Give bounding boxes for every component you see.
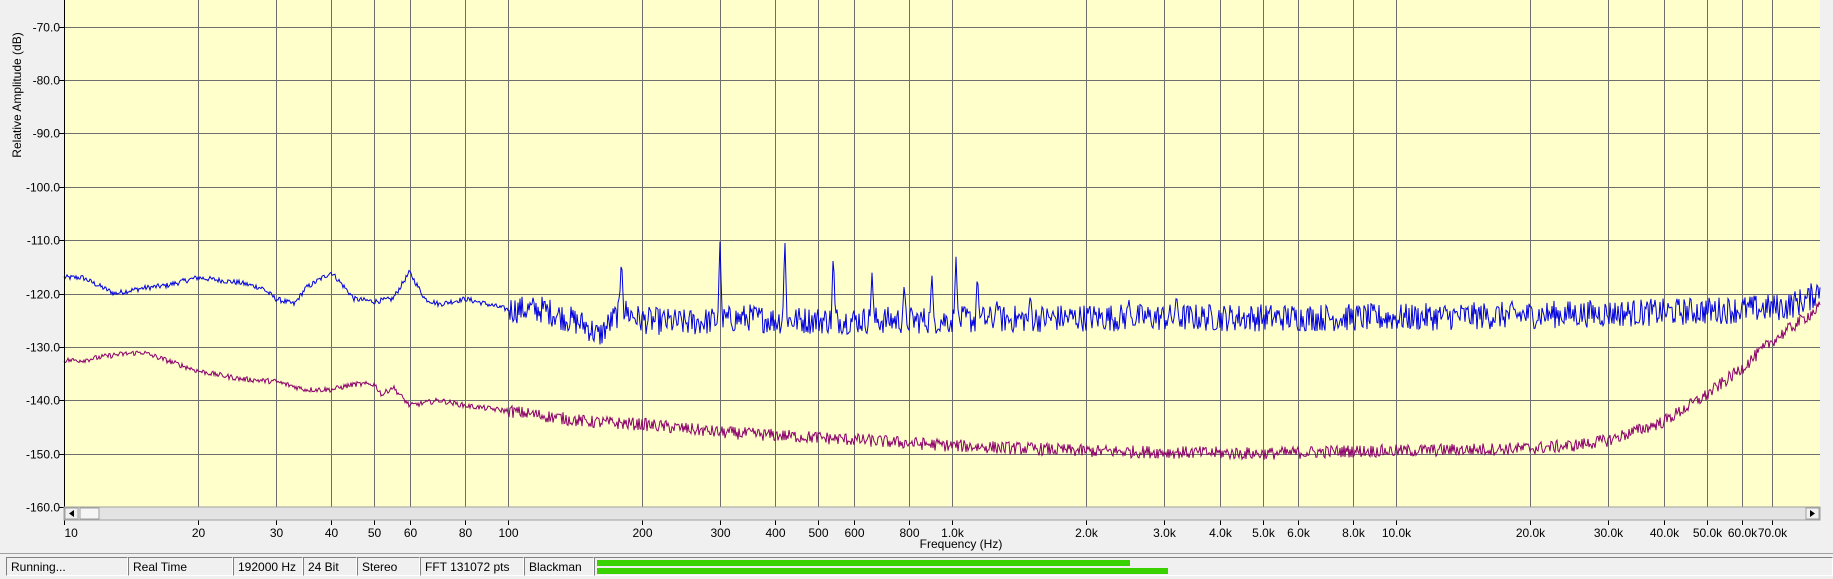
level-meter-left <box>597 560 1130 566</box>
x-tick-label: 10 <box>65 526 79 540</box>
y-tick-label: -80.0 <box>33 74 61 88</box>
x-tick-label: 4.0k <box>1209 526 1233 540</box>
status-sample-rate: 192000 Hz <box>233 557 303 576</box>
y-tick-label: -150.0 <box>26 448 60 462</box>
x-tick-label: 2.0k <box>1075 526 1099 540</box>
x-tick-label: 600 <box>844 526 864 540</box>
x-tick-label: 5.0k <box>1252 526 1276 540</box>
x-tick-label: 40 <box>325 526 339 540</box>
x-tick-label: 100 <box>498 526 518 540</box>
plot-area <box>64 0 1820 507</box>
x-tick-label: 50 <box>368 526 382 540</box>
y-tick-label: -130.0 <box>26 341 60 355</box>
spectrum-chart: -70.0 -80.0 -90.0 -100.0 -110.0 -120.0 -130.0 -… <box>10 0 1821 551</box>
x-tick-label: 60 <box>404 526 418 540</box>
x-tick-label: 800 <box>899 526 919 540</box>
y-axis-title: Relative Amplitude (dB) <box>10 32 24 157</box>
y-tick-label: -140.0 <box>26 394 60 408</box>
x-tick-label: 3.0k <box>1153 526 1177 540</box>
x-tick-label: 10.0k <box>1382 526 1412 540</box>
status-state: Running... <box>6 557 128 576</box>
status-fft: FFT 131072 pts <box>420 557 524 576</box>
y-tick-label: -90.0 <box>33 127 61 141</box>
x-tick-label: 8.0k <box>1342 526 1366 540</box>
status-bit-depth: 24 Bit <box>303 557 357 576</box>
y-tick-label: -100.0 <box>26 181 60 195</box>
y-axis-ticks: -70.0 -80.0 -90.0 -100.0 -110.0 -120.0 -130.0 -… <box>26 21 64 515</box>
x-tick-label: 60.0k <box>1728 526 1758 540</box>
y-tick-label: -70.0 <box>33 21 61 35</box>
x-tick-label: 500 <box>808 526 828 540</box>
scroll-thumb[interactable] <box>79 507 100 520</box>
x-tick-label: 400 <box>765 526 785 540</box>
x-tick-label: 70.0k <box>1758 526 1788 540</box>
x-tick-label: 40.0k <box>1650 526 1680 540</box>
x-tick-label: 300 <box>710 526 730 540</box>
y-tick-label: -160.0 <box>26 501 60 515</box>
x-tick-label: 20 <box>192 526 206 540</box>
x-tick-label: 30.0k <box>1594 526 1624 540</box>
status-mode: Real Time <box>128 557 233 576</box>
x-tick-label: 50.0k <box>1693 526 1723 540</box>
status-bar: Running... Real Time 192000 Hz 24 Bit St… <box>0 553 1833 579</box>
status-window: Blackman <box>524 557 594 576</box>
x-tick-label: 20.0k <box>1516 526 1546 540</box>
y-tick-label: -110.0 <box>27 234 60 248</box>
x-axis-title: Frequency (Hz) <box>920 537 1003 551</box>
x-tick-label: 30 <box>270 526 284 540</box>
x-tick-label: 200 <box>632 526 652 540</box>
horizontal-scrollbar[interactable] <box>63 506 1821 521</box>
y-tick-label: -120.0 <box>26 288 60 302</box>
level-meter-right <box>597 568 1168 574</box>
x-tick-label: 80 <box>459 526 473 540</box>
status-channels: Stereo <box>357 557 420 576</box>
x-tick-label: 6.0k <box>1287 526 1311 540</box>
